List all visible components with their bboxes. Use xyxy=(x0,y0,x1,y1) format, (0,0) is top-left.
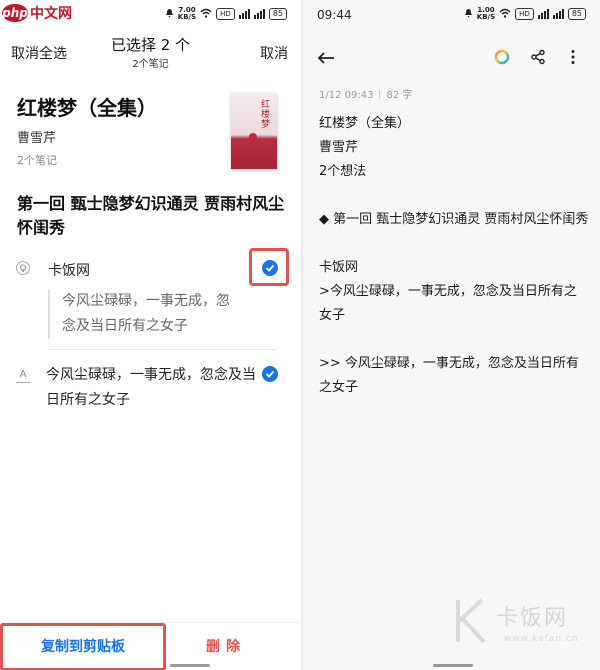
note-quote: 今风尘碌碌，一事无成，忽念及当日所有之女子 xyxy=(48,289,238,339)
signal-icon xyxy=(537,9,549,19)
kafan-watermark: 卡饭网 www.kafan.cn xyxy=(448,596,598,652)
kafan-logo-icon xyxy=(456,598,486,644)
book-title: 红楼梦（全集） xyxy=(17,96,157,120)
cover-flower-image xyxy=(249,133,257,141)
note-line xyxy=(319,232,589,256)
note-line: 卡饭网 xyxy=(319,260,359,275)
book-note-count: 2个笔记 xyxy=(17,154,57,167)
watermark-text: 卡饭网 xyxy=(496,606,569,631)
battery-icon: 85 xyxy=(567,8,586,20)
home-indicator[interactable] xyxy=(433,664,473,667)
note-highlight-text: 今风尘碌碌，一事无成，忽念及当日所有之女子 xyxy=(46,367,256,408)
status-bar: 7.00 KB/S HD 85 xyxy=(0,0,301,30)
notification-icon xyxy=(165,8,174,20)
note-line: >今风尘碌碌，一事无成，忽念及当日所有之女子 xyxy=(319,284,577,323)
note-line: 曹雪芹 xyxy=(319,140,359,155)
selection-toolbar: 取消全选 已选择 2 个 2个笔记 取消 xyxy=(0,34,301,70)
note-line: 2个想法 xyxy=(319,164,367,179)
delete-button[interactable]: 删除 xyxy=(196,623,256,670)
status-bar: 09:44 1.00 KB/S HD 85 xyxy=(303,0,600,30)
network-speed: 1.00 KB/S xyxy=(476,6,496,21)
right-panel: 09:44 1.00 KB/S HD 85 1/12 09:43 82 字 红楼… xyxy=(303,0,600,670)
book-author: 曹雪芹 xyxy=(17,131,57,146)
note-body[interactable]: 红楼梦（全集） 曹雪芹 2个想法 ◆ 第一回 甄士隐梦幻识通灵 贾雨村风尘怀闺秀… xyxy=(319,112,589,400)
color-palette-icon[interactable] xyxy=(494,49,510,69)
wifi-icon xyxy=(200,8,212,20)
note-line xyxy=(319,328,589,352)
note-date: 1/12 09:43 xyxy=(319,90,374,101)
copy-to-clipboard-button[interactable]: 复制到剪贴板 xyxy=(0,623,166,670)
note-line: >> 今风尘碌碌，一事无成，忽念及当日所有之女子 xyxy=(319,356,579,395)
status-time: 09:44 xyxy=(317,8,352,22)
note-divider xyxy=(48,349,276,350)
share-icon[interactable] xyxy=(530,49,546,69)
home-indicator[interactable] xyxy=(170,664,210,667)
note-char-count: 82 字 xyxy=(386,90,413,101)
hd-badge: HD xyxy=(515,8,534,20)
note-2-checkbox[interactable] xyxy=(262,366,278,382)
cancel-button[interactable]: 取消 xyxy=(260,43,288,63)
selection-title: 已选择 2 个 xyxy=(110,36,191,54)
note-line: ◆ 第一回 甄士隐梦幻识通灵 贾雨村风尘怀闺秀 xyxy=(319,212,589,227)
hd-badge: HD xyxy=(216,8,235,20)
cover-title: 红楼梦 xyxy=(259,99,269,129)
note-line: 红楼梦（全集） xyxy=(319,116,411,131)
note-line xyxy=(319,184,589,208)
battery-icon: 85 xyxy=(268,8,287,20)
comment-icon xyxy=(16,261,30,275)
bottom-action-bar: 复制到剪贴板 删除 xyxy=(0,622,301,670)
network-speed: 7.00 KB/S xyxy=(177,6,197,21)
signal-icon xyxy=(238,9,250,19)
check-icon xyxy=(265,370,275,378)
book-cover[interactable]: 红楼梦 xyxy=(231,93,277,169)
checkbox-highlight-annotation xyxy=(249,248,289,286)
more-options-icon[interactable] xyxy=(570,49,576,69)
back-arrow-icon[interactable] xyxy=(317,50,335,69)
selection-subtitle: 2个笔记 xyxy=(132,59,169,70)
note-comment-text: 卡饭网 xyxy=(48,263,90,279)
note-toolbar xyxy=(303,40,600,76)
chapter-title: 第一回 甄士隐梦幻识通灵 贾雨村风尘怀闺秀 xyxy=(17,194,285,237)
signal-icon-2 xyxy=(552,9,564,19)
notification-icon xyxy=(464,8,473,20)
wifi-icon xyxy=(499,8,511,20)
highlight-icon: A xyxy=(16,369,30,383)
left-panel: php 中文网 7.00 KB/S HD 85 取消全选 已选择 2 个 2个笔记… xyxy=(0,0,301,670)
note-meta: 1/12 09:43 82 字 xyxy=(319,86,412,101)
signal-icon-2 xyxy=(253,9,265,19)
watermark-url: www.kafan.cn xyxy=(504,634,579,644)
